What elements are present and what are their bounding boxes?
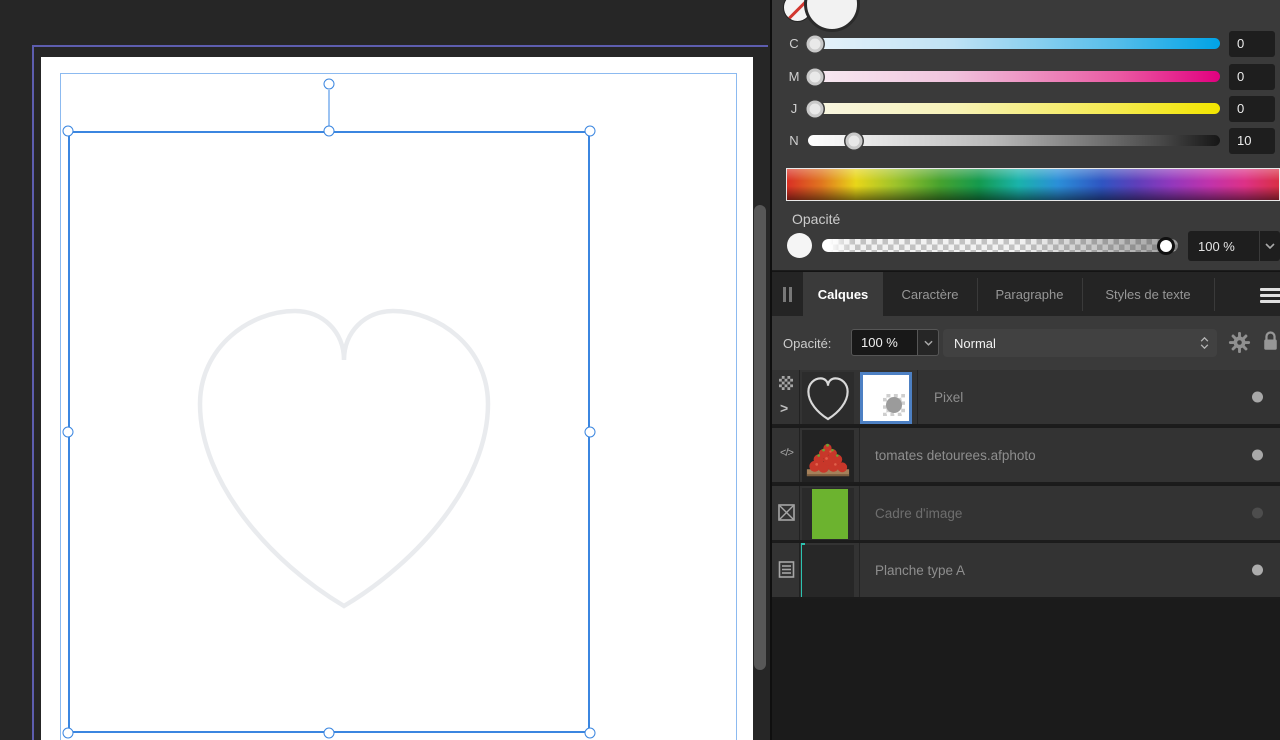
pixel-content-dot: [886, 397, 902, 413]
layer-gutter: [772, 543, 800, 597]
magenta-slider-label: M: [788, 69, 800, 84]
vertical-scrollbar-thumb[interactable]: [754, 205, 766, 670]
black-value-field[interactable]: 10: [1229, 128, 1275, 154]
thumbnail-transparency-checker: [883, 394, 905, 416]
gear-icon[interactable]: [1228, 331, 1251, 354]
tab-separator: [1082, 278, 1083, 311]
opacity-value-dropdown[interactable]: 100 %: [1188, 231, 1280, 261]
tab-caractere[interactable]: Caractère: [883, 272, 977, 317]
layer-name: tomates detourees.afphoto: [875, 447, 1036, 463]
magenta-slider-track[interactable]: [808, 71, 1220, 82]
image-frame-icon: [778, 504, 795, 521]
handle-mid-right[interactable]: [584, 426, 596, 438]
black-slider-label: N: [789, 133, 799, 148]
selection-bounding-box: [68, 131, 590, 733]
artboard-list-icon: [778, 561, 795, 578]
color-panel: C 0 M 0 J 0 N 10 Opacité 100 %: [772, 0, 1280, 270]
cyan-slider-track[interactable]: [808, 38, 1220, 49]
tab-styles-de-texte[interactable]: Styles de texte: [1082, 272, 1214, 317]
panel-menu-icon[interactable]: [1260, 288, 1280, 306]
green-fill: [812, 489, 848, 539]
layer-row-pixel[interactable]: > Pixel: [772, 370, 1280, 426]
layer-thumbnail-artboard[interactable]: [802, 545, 854, 597]
layer-name: Pixel: [934, 389, 964, 405]
rotation-handle[interactable]: [323, 78, 335, 90]
handle-top-right[interactable]: [584, 125, 596, 137]
right-panel: C 0 M 0 J 0 N 10 Opacité 100 % Calques C…: [770, 0, 1280, 740]
opacity-section-label: Opacité: [792, 211, 841, 227]
affinity-window: C 0 M 0 J 0 N 10 Opacité 100 % Calques C…: [0, 0, 1280, 740]
studio-tab-bar: Calques Caractère Paragraphe Styles de t…: [772, 271, 1280, 317]
current-color-swatch[interactable]: [804, 0, 860, 32]
layer-name: Cadre d'image: [875, 505, 963, 521]
visibility-toggle[interactable]: [1252, 507, 1263, 519]
lock-icon[interactable]: [1262, 330, 1279, 352]
layer-thumbnail-green-frame[interactable]: [802, 488, 854, 540]
opacity-value: 100 %: [1198, 238, 1235, 254]
black-slider-handle[interactable]: [845, 132, 863, 149]
chevron-down-icon[interactable]: [918, 329, 939, 356]
handle-bottom-left[interactable]: [62, 727, 74, 739]
layer-opacity-label: Opacité:: [783, 336, 832, 351]
yellow-slider-label: J: [790, 101, 798, 116]
chevron-up-down-icon: [1200, 337, 1209, 349]
chevron-down-icon[interactable]: [1259, 231, 1280, 261]
rotation-handle-stem: [328, 90, 330, 126]
handle-top-center[interactable]: [323, 125, 335, 137]
handle-top-left[interactable]: [62, 125, 74, 137]
layer-row-cadre-image[interactable]: Cadre d'image: [772, 486, 1280, 542]
handle-bottom-center[interactable]: [323, 727, 335, 739]
visibility-toggle[interactable]: [1252, 391, 1263, 403]
layer-row-planche-type-a[interactable]: Planche type A: [772, 543, 1280, 599]
opacity-slider-handle[interactable]: [1157, 237, 1175, 255]
layer-thumbnail-heart[interactable]: [802, 372, 854, 424]
transparency-checker-icon: [779, 376, 793, 390]
magenta-slider-handle[interactable]: [806, 68, 824, 85]
blend-mode-dropdown[interactable]: Normal: [943, 329, 1217, 357]
layer-gutter: >: [772, 370, 800, 424]
handle-bottom-right[interactable]: [584, 727, 596, 739]
layers-toolbar: Opacité: 100 % Normal: [772, 316, 1280, 370]
visibility-toggle[interactable]: [1252, 564, 1263, 576]
embedded-document-icon: </>: [780, 447, 794, 459]
color-spectrum-bar[interactable]: [786, 168, 1280, 201]
yellow-value-field[interactable]: 0: [1229, 96, 1275, 122]
cyan-value-field[interactable]: 0: [1229, 31, 1275, 57]
yellow-slider-track[interactable]: [808, 103, 1220, 114]
tab-calques[interactable]: Calques: [803, 272, 883, 317]
panel-grip-icon[interactable]: [783, 287, 786, 302]
yellow-slider-handle[interactable]: [806, 100, 824, 117]
layer-thumbnail-tomatoes[interactable]: [802, 430, 854, 482]
cyan-slider-handle[interactable]: [806, 35, 824, 52]
layer-row-tomates[interactable]: </> tomates detourees.afphoto: [772, 428, 1280, 484]
blend-mode-value: Normal: [954, 335, 996, 351]
opacity-color-swatch[interactable]: [787, 233, 812, 258]
layer-gutter: </>: [772, 428, 800, 482]
tab-separator: [1214, 278, 1215, 311]
layer-thumbnail-pixel-selected[interactable]: [860, 372, 912, 424]
black-slider-track[interactable]: [808, 135, 1220, 146]
cyan-slider-label: C: [789, 36, 799, 51]
handle-mid-left[interactable]: [62, 426, 74, 438]
visibility-toggle[interactable]: [1252, 449, 1263, 461]
layer-name: Planche type A: [875, 562, 966, 578]
panel-empty-area: [772, 601, 1280, 740]
tab-separator: [977, 278, 978, 311]
opacity-slider-track[interactable]: [822, 239, 1178, 252]
panel-grip-icon[interactable]: [789, 287, 792, 302]
document-canvas[interactable]: [0, 0, 768, 740]
layer-opacity-field[interactable]: 100 %: [851, 329, 918, 356]
magenta-value-field[interactable]: 0: [1229, 64, 1275, 90]
layer-gutter: [772, 486, 800, 540]
expand-chevron-icon[interactable]: >: [780, 400, 788, 416]
tab-paragraphe[interactable]: Paragraphe: [977, 272, 1082, 317]
